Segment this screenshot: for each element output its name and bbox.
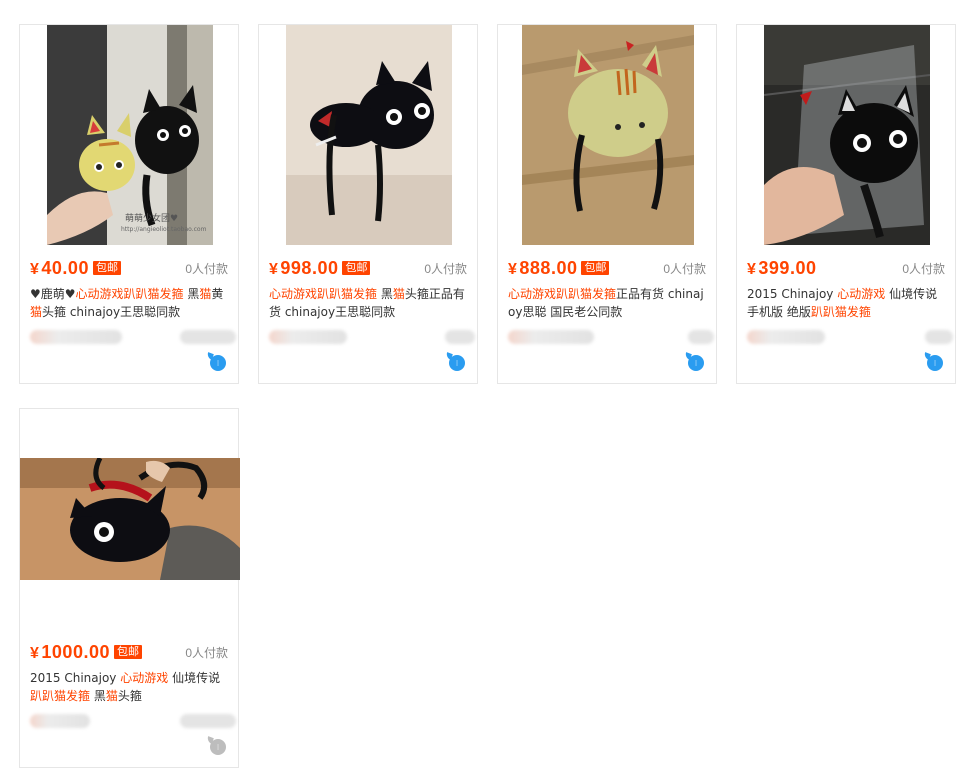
paid-count: 0人付款 [185,645,228,660]
title-text: 仙境传说 [168,671,221,685]
title-text: 黑 [377,287,393,301]
free-shipping-badge: 包邮 [92,261,121,275]
title-keyword-highlight: 猫 [199,287,212,301]
price: ¥40.00 [30,257,89,278]
title-text: 黄 [211,287,224,301]
paid-count: 0人付款 [663,261,706,276]
free-shipping-badge: 包邮 [342,261,371,275]
title-text: 2015 Chinajoy [747,287,838,301]
title-keyword-highlight: 心动游戏 [75,287,124,301]
wangwang-chat-icon[interactable]: ⁝ [449,355,465,371]
watermark-url: http://angieoliot.taobao.com [121,226,207,233]
product-card[interactable]: ¥1000.00 包邮 0人付款 2015 Chinajoy 心动游戏 仙境传说… [19,408,240,768]
product-image[interactable] [20,409,240,629]
title-keyword-highlight: 心动游戏 [120,671,169,685]
title-text: 头箍 [117,689,142,703]
wangwang-chat-icon[interactable]: ⁝ [927,355,943,371]
shop-info-blurred [508,329,714,345]
product-image[interactable] [259,25,479,245]
product-title[interactable]: ♥鹿萌♥心动游戏趴趴猫发箍 黑猫黄猫头箍 chinajoy王思聪同款 [30,285,230,321]
price-row: ¥998.00 包邮 0人付款 [269,257,467,279]
price-row: ¥399.00 0人付款 [747,257,945,279]
product-title[interactable]: 心动游戏趴趴猫发箍 黑猫头箍正品有货 chinajoy王思聪同款 [269,285,469,321]
shop-info-blurred [747,329,953,345]
paid-count: 0人付款 [185,261,228,276]
product-card[interactable]: ¥399.00 0人付款 2015 Chinajoy 心动游戏 仙境传说手机版 … [736,24,956,384]
title-keyword-highlight: 趴趴猫发箍 [810,305,871,319]
title-keyword-highlight: 猫 [392,287,405,301]
title-keyword-highlight: 趴趴猫发箍 [317,287,378,301]
wangwang-offline-icon[interactable]: ⁝ [210,739,226,755]
title-keyword-highlight: 趴趴猫发箍 [123,287,184,301]
title-keyword-highlight: 心动游戏 [508,287,557,301]
title-text: ♥鹿萌♥ [30,287,76,301]
title-text: 头箍 chinajoy王思聪同款 [42,305,181,319]
price: ¥888.00 [508,257,578,278]
product-card[interactable]: ¥888.00 包邮 0人付款 心动游戏趴趴猫发箍正品有货 chinajoy思聪… [497,24,717,384]
price: ¥1000.00 [30,641,110,662]
product-image[interactable]: 萌萌少女团♥ http://angieoliot.taobao.com [20,25,240,245]
product-card[interactable]: 萌萌少女团♥ http://angieoliot.taobao.com ¥40.… [19,24,239,384]
product-card[interactable]: ¥998.00 包邮 0人付款 心动游戏趴趴猫发箍 黑猫头箍正品有货 china… [258,24,478,384]
title-text: 黑 [183,287,200,301]
product-title[interactable]: 2015 Chinajoy 心动游戏 仙境传说 趴趴猫发箍 黑猫头箍 [30,669,230,705]
title-keyword-highlight: 猫 [30,305,43,319]
price-row: ¥1000.00 包邮 0人付款 [30,641,228,663]
wangwang-chat-icon[interactable]: ⁝ [688,355,704,371]
title-keyword-highlight: 猫 [105,689,118,703]
product-photo [20,458,240,580]
product-title[interactable]: 2015 Chinajoy 心动游戏 仙境传说手机版 绝版趴趴猫发箍 [747,285,947,321]
product-photo: 萌萌少女团♥ http://angieoliot.taobao.com [47,25,213,245]
title-keyword-highlight: 趴趴猫发箍 [556,287,617,301]
shop-info-blurred [30,713,236,729]
product-image[interactable] [498,25,718,245]
product-photo [764,25,930,245]
free-shipping-badge: 包邮 [581,261,610,275]
watermark-text: 萌萌少女团♥ [125,212,178,224]
title-text: 2015 Chinajoy [30,671,121,685]
title-keyword-highlight: 趴趴猫发箍 [30,689,91,703]
product-title[interactable]: 心动游戏趴趴猫发箍正品有货 chinajoy思聪 国民老公同款 [508,285,708,321]
product-image[interactable] [737,25,957,245]
price: ¥998.00 [269,257,339,278]
price-row: ¥888.00 包邮 0人付款 [508,257,706,279]
title-keyword-highlight: 心动游戏 [837,287,886,301]
wangwang-chat-icon[interactable]: ⁝ [210,355,226,371]
free-shipping-badge: 包邮 [113,645,142,659]
title-text: 黑 [90,689,106,703]
shop-info-blurred [30,329,236,345]
title-keyword-highlight: 心动游戏 [269,287,318,301]
paid-count: 0人付款 [902,261,945,276]
paid-count: 0人付款 [424,261,467,276]
product-photo [286,25,452,245]
price: ¥399.00 [747,257,817,278]
shop-info-blurred [269,329,475,345]
product-photo [522,25,694,245]
price-row: ¥40.00 包邮 0人付款 [30,257,228,279]
